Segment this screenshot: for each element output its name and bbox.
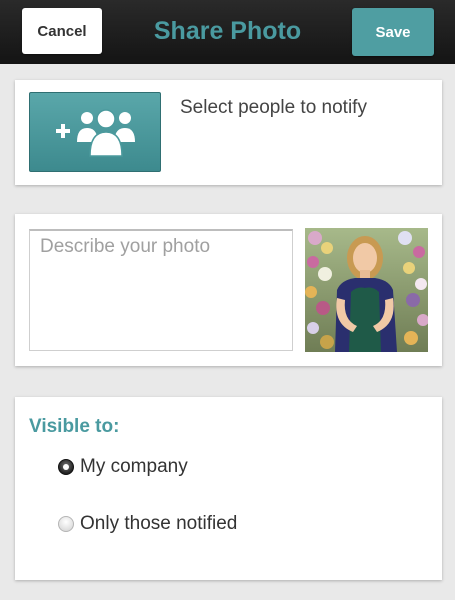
notify-label[interactable]: Select people to notify (180, 97, 367, 119)
visibility-card: Visible to: My company Only those notifi… (15, 397, 442, 580)
notify-card: Select people to notify (15, 80, 442, 185)
add-people-icon (56, 109, 135, 157)
radio-unselected[interactable] (58, 516, 74, 532)
photo-thumbnail[interactable] (305, 228, 428, 352)
option-label: My company (80, 456, 188, 477)
description-card: Describe your photo (15, 214, 442, 366)
visible-to-label: Visible to: (29, 416, 120, 437)
option-label: Only those notified (80, 513, 238, 534)
save-button[interactable]: Save (352, 8, 434, 56)
radio-selected[interactable] (58, 459, 74, 475)
description-input[interactable]: Describe your photo (29, 229, 293, 351)
add-people-button[interactable] (29, 92, 161, 172)
top-bar: Cancel Share Photo Save (0, 0, 455, 64)
visibility-option-only-notified[interactable]: Only those notified (58, 513, 237, 535)
visibility-option-my-company[interactable]: My company (58, 456, 188, 478)
description-placeholder: Describe your photo (40, 236, 211, 257)
